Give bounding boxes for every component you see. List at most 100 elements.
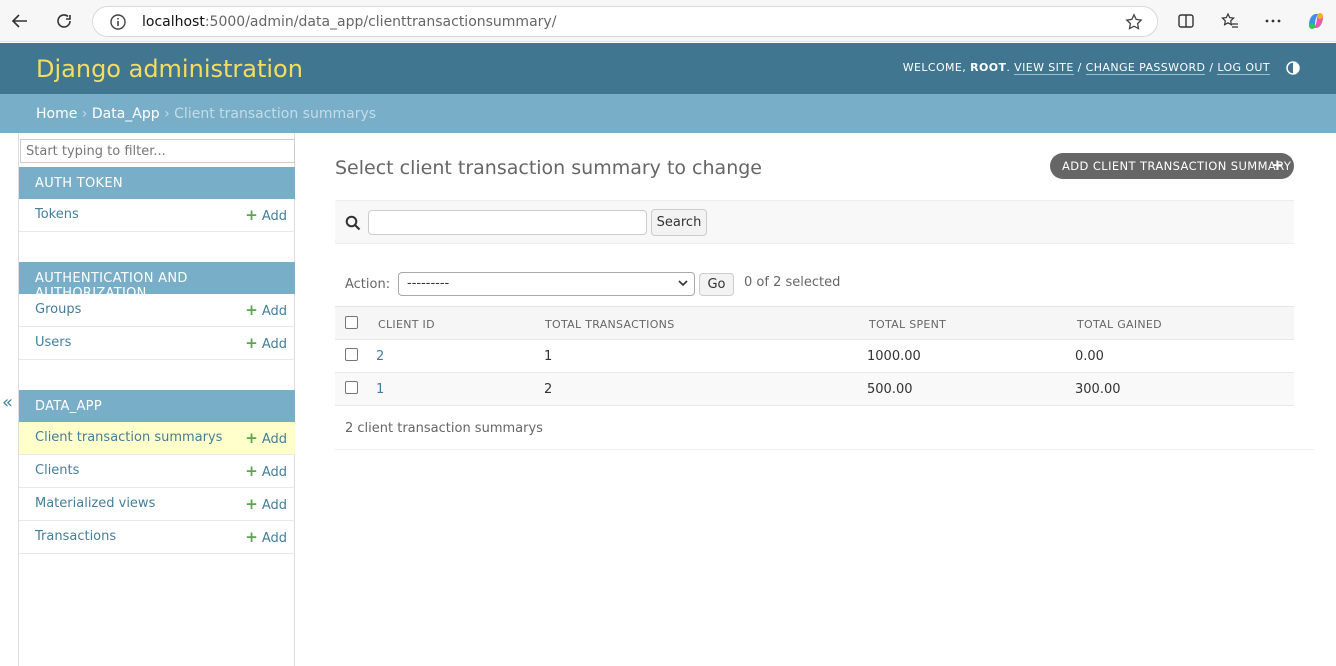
search-toolbar: Search	[335, 200, 1294, 244]
sidebar-item-transactions: Transactions + Add	[19, 521, 295, 554]
back-arrow-icon[interactable]	[6, 7, 34, 35]
add-label: Add	[261, 209, 287, 224]
row-checkbox[interactable]	[345, 381, 358, 394]
module-authentication[interactable]: AUTHENTICATION AND AUTHORIZATION	[19, 262, 295, 301]
copilot-icon[interactable]	[1302, 7, 1330, 35]
refresh-icon[interactable]	[50, 7, 78, 35]
plus-icon: +	[1271, 156, 1284, 174]
breadcrumb-current: Client transaction summarys	[174, 106, 377, 122]
nav-sidebar: AUTH TOKEN Tokens +Add AUTHENTICATION AN…	[18, 133, 295, 666]
column-total-gained[interactable]: TOTAL GAINED	[1077, 318, 1162, 331]
client-id-link[interactable]: 1	[376, 382, 384, 397]
sidebar-item-label[interactable]: Users	[35, 335, 71, 350]
plus-icon: +	[245, 206, 258, 224]
nav-filter-input[interactable]	[20, 139, 295, 163]
action-select-value: ---------	[407, 276, 450, 291]
plus-icon: +	[245, 495, 258, 513]
result-count: 2 client transaction summarys	[345, 421, 543, 436]
plus-icon: +	[245, 429, 258, 447]
sidebar-item-label[interactable]: Groups	[35, 302, 81, 317]
column-total-spent[interactable]: TOTAL SPENT	[869, 318, 946, 331]
more-menu-icon[interactable]	[1259, 7, 1287, 35]
breadcrumb-separator: ›	[81, 106, 88, 122]
total-spent-cell: 1000.00	[867, 349, 921, 364]
total-transactions-cell: 2	[544, 382, 553, 397]
search-button[interactable]: Search	[651, 209, 707, 236]
view-site-link[interactable]: VIEW SITE	[1014, 61, 1074, 75]
sidebar-item-label[interactable]: Transactions	[35, 529, 116, 544]
sidebar-item-label[interactable]: Clients	[35, 463, 79, 478]
action-select[interactable]: ---------	[398, 272, 695, 296]
add-label: Add	[261, 531, 287, 546]
add-link[interactable]: + Add	[245, 206, 287, 224]
favorites-icon[interactable]	[1216, 7, 1244, 35]
address-bar[interactable]: localhost:5000/admin/data_app/clienttran…	[92, 6, 1158, 37]
breadcrumb-home[interactable]: Home	[36, 106, 77, 122]
add-link[interactable]: + Add	[245, 495, 287, 513]
chevron-down-icon	[678, 274, 688, 295]
sidebar-item-client-transaction-summarys: Client transaction summarys + Add	[19, 422, 295, 455]
add-label: Add	[261, 304, 287, 319]
select-all-checkbox[interactable]	[345, 316, 358, 329]
username: ROOT	[970, 61, 1007, 74]
separator: /	[1077, 61, 1082, 74]
breadcrumb-app[interactable]: Data_App	[92, 106, 160, 122]
client-id-link[interactable]: 2	[376, 349, 384, 364]
browser-toolbar: localhost:5000/admin/data_app/clienttran…	[0, 0, 1336, 42]
split-screen-icon[interactable]	[1172, 7, 1200, 35]
url-path: :5000/admin/data_app/clienttransactionsu…	[204, 14, 557, 30]
collapse-sidebar-toggle[interactable]: «	[2, 392, 13, 413]
add-link[interactable]: + Add	[245, 462, 287, 480]
site-brand[interactable]: Django administration	[36, 55, 303, 83]
total-transactions-cell: 1	[544, 349, 553, 364]
column-total-transactions[interactable]: TOTAL TRANSACTIONS	[545, 318, 675, 331]
action-label: Action:	[345, 277, 391, 292]
sidebar-item-materialized-views: Materialized views + Add	[19, 488, 295, 521]
add-link[interactable]: + Add	[245, 334, 287, 352]
add-link[interactable]: + Add	[245, 429, 287, 447]
theme-toggle-icon[interactable]	[1286, 61, 1300, 75]
breadcrumb-separator: ›	[164, 106, 170, 122]
sidebar-item-groups: Groups + Add	[19, 294, 295, 327]
paginator: 2 client transaction summarys	[335, 406, 1314, 450]
log-out-link[interactable]: LOG OUT	[1217, 61, 1270, 75]
welcome-text: WELCOME,	[902, 61, 967, 74]
sidebar-item-label[interactable]: Client transaction summarys	[35, 430, 222, 445]
add-label: Add	[261, 498, 287, 513]
info-icon[interactable]	[109, 13, 127, 31]
search-icon	[345, 215, 361, 231]
add-label: Add	[261, 432, 287, 447]
add-client-transaction-summary-button[interactable]: ADD CLIENT TRANSACTION SUMMARY +	[1050, 153, 1294, 179]
plus-icon: +	[245, 301, 258, 319]
table-row: 2 1 1000.00 0.00	[335, 340, 1294, 373]
module-data-app[interactable]: DATA_APP	[19, 390, 295, 422]
total-gained-cell: 300.00	[1075, 382, 1121, 397]
row-checkbox[interactable]	[345, 348, 358, 361]
add-link[interactable]: + Add	[245, 528, 287, 546]
favorite-star-icon[interactable]	[1125, 13, 1143, 31]
admin-header: Django administration WELCOME, ROOT. VIE…	[0, 43, 1336, 94]
url-host: localhost	[142, 14, 205, 30]
sidebar-item-label[interactable]: Materialized views	[35, 496, 155, 511]
breadcrumb: Home › Data_App › Client transaction sum…	[0, 94, 1336, 133]
module-auth-token[interactable]: AUTH TOKEN	[19, 167, 295, 199]
add-label: Add	[261, 337, 287, 352]
sidebar-item-tokens: Tokens + Add	[19, 199, 295, 232]
total-gained-cell: 0.00	[1075, 349, 1104, 364]
add-link[interactable]: + Add	[245, 301, 287, 319]
change-password-link[interactable]: CHANGE PASSWORD	[1085, 61, 1206, 75]
total-spent-cell: 500.00	[867, 382, 913, 397]
column-client-id[interactable]: CLIENT ID	[378, 318, 435, 331]
search-input[interactable]	[368, 210, 647, 235]
page-title: Select client transaction summary to cha…	[335, 157, 762, 179]
selected-count: 0 of 2 selected	[744, 275, 841, 290]
user-tools: WELCOME, ROOT. VIEW SITE / CHANGE PASSWO…	[902, 61, 1270, 75]
go-button[interactable]: Go	[699, 273, 734, 296]
plus-icon: +	[245, 334, 258, 352]
plus-icon: +	[245, 462, 258, 480]
separator: /	[1209, 61, 1214, 74]
url-text: localhost:5000/admin/data_app/clienttran…	[142, 14, 556, 30]
table-row: 1 2 500.00 300.00	[335, 373, 1294, 406]
sidebar-item-label[interactable]: Tokens	[35, 207, 79, 222]
add-button-label: ADD CLIENT TRANSACTION SUMMARY	[1062, 159, 1292, 173]
